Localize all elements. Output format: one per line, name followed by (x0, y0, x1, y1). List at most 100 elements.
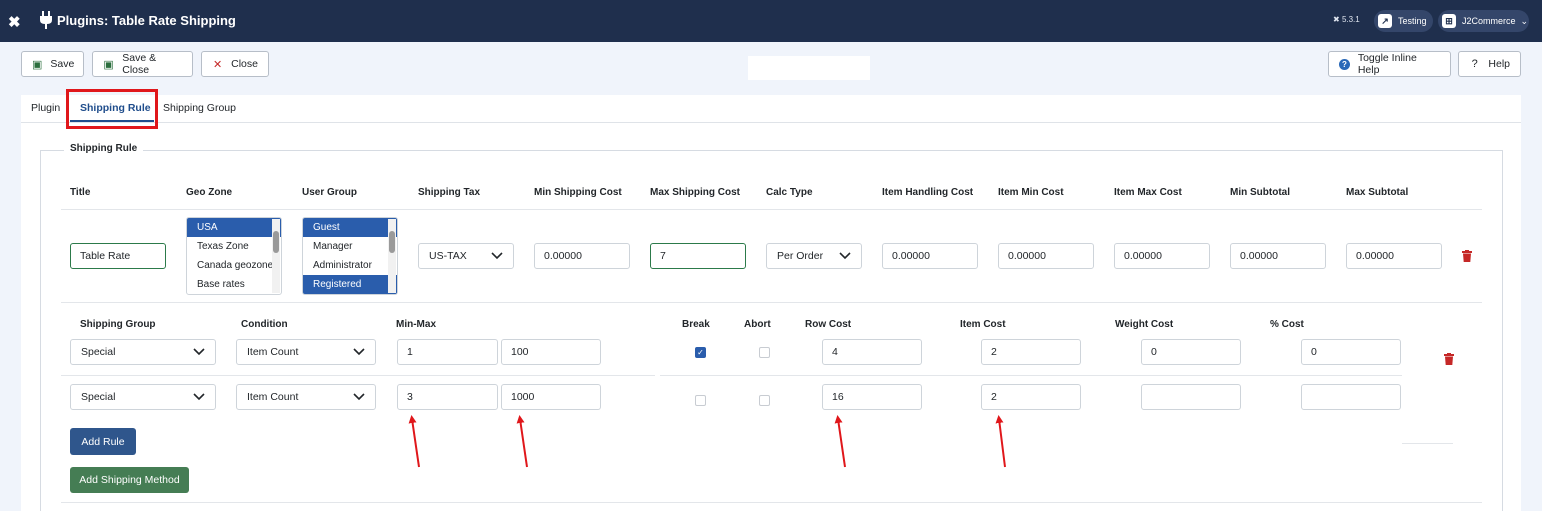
site-link-button[interactable]: ↗ Testing (1374, 10, 1433, 32)
user-menu-label: J2Commerce (1462, 16, 1516, 26)
col-header-min-subtotal: Min Subtotal (1230, 187, 1290, 198)
user-group-option[interactable]: Registered (303, 275, 397, 294)
col-header-calc-type: Calc Type (766, 187, 813, 198)
max-shipping-cost-input[interactable]: 7 (650, 243, 746, 269)
col-header-item-min-cost: Item Min Cost (998, 187, 1064, 198)
grid-icon: ⊞ (1442, 14, 1456, 28)
row-cost-input[interactable]: 4 (822, 339, 922, 365)
shipping-group-select[interactable]: Special (70, 339, 216, 365)
col-header-shipping-tax: Shipping Tax (418, 187, 481, 198)
shipping-tax-select[interactable]: US-TAX (418, 243, 514, 269)
delete-subrule-trash-icon[interactable] (1444, 353, 1454, 365)
close-label: Close (231, 58, 258, 70)
subrule-divider (660, 375, 1402, 376)
item-max-cost-input[interactable]: 0.00000 (1114, 243, 1210, 269)
sub-header-percent-cost: % Cost (1270, 319, 1304, 330)
user-group-option[interactable]: Guest (303, 218, 397, 237)
chevron-down-icon (353, 392, 365, 402)
user-group-option[interactable]: Manager (303, 237, 397, 256)
break-checkbox[interactable] (695, 395, 706, 406)
sub-header-weight-cost: Weight Cost (1115, 319, 1174, 330)
col-header-user-group: User Group (302, 187, 358, 198)
user-group-option[interactable]: Administrator (303, 256, 397, 275)
save-close-button[interactable]: ▣ Save & Close (92, 51, 193, 77)
toggle-help-label: Toggle Inline Help (1357, 52, 1417, 76)
condition-value: Item Count (247, 346, 299, 358)
user-menu-button[interactable]: ⊞ J2Commerce ⌄ (1438, 10, 1529, 32)
col-header-item-max-cost: Item Max Cost (1114, 187, 1182, 198)
tab-plugin[interactable]: Plugin (31, 102, 60, 114)
site-link-label: Testing (1398, 16, 1427, 26)
close-button[interactable]: ✕ Close (201, 51, 269, 77)
close-icon: ✕ (212, 58, 223, 71)
min-subtotal-input[interactable]: 0.00000 (1230, 243, 1326, 269)
listbox-scrollbar[interactable] (388, 219, 396, 293)
abort-checkbox[interactable] (759, 395, 770, 406)
break-checkbox[interactable]: ✓ (695, 347, 706, 358)
help-circle-icon: ? (1339, 58, 1350, 70)
geo-zone-listbox[interactable]: USA Texas Zone Canada geozone Base rates (186, 217, 282, 295)
rule-row-divider (61, 302, 1482, 303)
shipping-group-value: Special (81, 391, 116, 403)
geo-zone-option[interactable]: Texas Zone (187, 237, 281, 256)
delete-rule-trash-icon[interactable] (1462, 250, 1472, 262)
save-icon: ▣ (103, 58, 114, 71)
max-input[interactable]: 100 (501, 339, 601, 365)
condition-select[interactable]: Item Count (236, 339, 376, 365)
sub-header-shipping-group: Shipping Group (80, 319, 156, 330)
joomla-logo-icon[interactable]: ✖ (8, 13, 21, 31)
scrollbar-thumb[interactable] (389, 231, 395, 253)
help-button[interactable]: ? Help (1458, 51, 1521, 77)
min-input[interactable]: 3 (397, 384, 498, 410)
shipping-tax-value: US-TAX (429, 250, 467, 262)
abort-checkbox[interactable] (759, 347, 770, 358)
shipping-group-select[interactable]: Special (70, 384, 216, 410)
calc-type-select[interactable]: Per Order (766, 243, 862, 269)
min-shipping-cost-input[interactable]: 0.00000 (534, 243, 630, 269)
item-handling-cost-input[interactable]: 0.00000 (882, 243, 978, 269)
geo-zone-option[interactable]: USA (187, 218, 281, 237)
blank-strip (748, 56, 870, 80)
sub-header-item-cost: Item Cost (960, 319, 1006, 330)
condition-value: Item Count (247, 391, 299, 403)
tab-bar: Plugin Shipping Rule Shipping Group (21, 95, 1521, 123)
save-button[interactable]: ▣ Save (21, 51, 84, 77)
col-header-max-shipping-cost: Max Shipping Cost (650, 187, 740, 198)
condition-select[interactable]: Item Count (236, 384, 376, 410)
external-link-icon: ↗ (1378, 14, 1392, 28)
col-header-title: Title (70, 187, 91, 198)
add-shipping-method-button[interactable]: Add Shipping Method (70, 467, 189, 493)
col-header-min-shipping-cost: Min Shipping Cost (534, 187, 622, 198)
weight-cost-input[interactable] (1141, 384, 1241, 410)
shipping-group-value: Special (81, 346, 116, 358)
save-icon: ▣ (32, 58, 43, 71)
percent-cost-input[interactable]: 0 (1301, 339, 1401, 365)
toggle-inline-help-button[interactable]: ? Toggle Inline Help (1328, 51, 1451, 77)
geo-zone-option[interactable]: Base rates (187, 275, 281, 294)
row-cost-input[interactable]: 16 (822, 384, 922, 410)
chevron-down-icon (193, 347, 205, 357)
geo-zone-option[interactable]: Canada geozone (187, 256, 281, 275)
sub-header-min-max: Min-Max (396, 319, 436, 330)
subrule-divider (1402, 443, 1453, 444)
sub-header-abort: Abort (744, 319, 771, 330)
item-cost-input[interactable]: 2 (981, 339, 1081, 365)
user-group-listbox[interactable]: Guest Manager Administrator Registered (302, 217, 398, 295)
listbox-scrollbar[interactable] (272, 219, 280, 293)
annotation-highlight-box (66, 89, 158, 129)
item-min-cost-input[interactable]: 0.00000 (998, 243, 1094, 269)
fieldset-legend: Shipping Rule (64, 143, 144, 154)
weight-cost-input[interactable]: 0 (1141, 339, 1241, 365)
max-input[interactable]: 1000 (501, 384, 601, 410)
min-input[interactable]: 1 (397, 339, 498, 365)
add-rule-button[interactable]: Add Rule (70, 428, 136, 455)
header-divider (61, 209, 1482, 210)
percent-cost-input[interactable] (1301, 384, 1401, 410)
tab-shipping-group[interactable]: Shipping Group (163, 102, 236, 114)
save-label: Save (50, 58, 75, 70)
max-subtotal-input[interactable]: 0.00000 (1346, 243, 1442, 269)
item-cost-input[interactable]: 2 (981, 384, 1081, 410)
rule-title-input[interactable]: Table Rate (70, 243, 166, 269)
col-header-item-handling-cost: Item Handling Cost (882, 187, 974, 198)
scrollbar-thumb[interactable] (273, 231, 279, 253)
